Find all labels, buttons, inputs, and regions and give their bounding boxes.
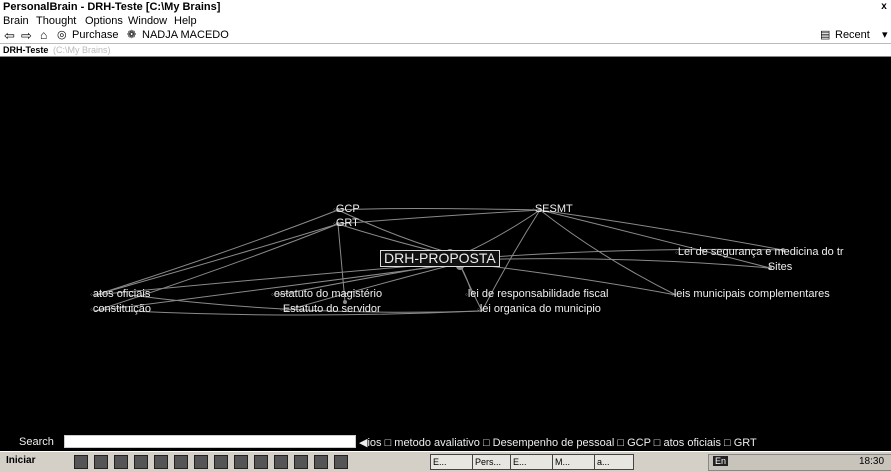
thought-sesmt[interactable]: ◦SESMT <box>532 203 573 216</box>
taskbar-window-3[interactable]: E... <box>510 454 554 470</box>
thought-estatuto-magisterio-label: estatuto do magistério <box>273 288 383 300</box>
app-icon[interactable] <box>314 455 328 469</box>
thought-lei-seguranca-label: Lei de segurança e medicina do tr <box>677 246 844 258</box>
windows-taskbar: Iniciar E... Pers... E... M... a... En 1… <box>0 451 891 472</box>
user-name: NADJA MACEDO <box>142 29 229 41</box>
thought-estatuto-servidor[interactable]: ◦Estatuto do servidor <box>280 303 381 316</box>
thought-lei-organica[interactable]: ◦lei organica do municipio <box>477 303 601 316</box>
thought-atos-oficiais[interactable]: ◦atos oficiais <box>90 288 150 301</box>
thought-constituicao-label: constituição <box>92 303 151 315</box>
thought-constituicao[interactable]: ◦constituição <box>90 303 151 316</box>
thought-gcp-label: GCP <box>335 203 360 215</box>
thought-atos-oficiais-label: atos oficiais <box>92 288 151 300</box>
thought-sites-label: Sites <box>767 261 793 273</box>
excel-icon[interactable] <box>154 455 168 469</box>
search-label: Search <box>19 436 54 448</box>
taskbar-window-1[interactable]: E... <box>430 454 474 470</box>
menu-thought[interactable]: Thought <box>36 14 76 28</box>
app-icon[interactable] <box>334 455 348 469</box>
menu-bar: Brain Thought Options Window Help <box>0 14 891 28</box>
thought-links <box>94 208 785 316</box>
thought-grt-label: GRT <box>335 217 359 229</box>
thought-gcp[interactable]: ◦GCP <box>333 203 360 216</box>
close-button[interactable]: x <box>879 0 889 12</box>
search-bar: Search ◀ios □ metodo avaliativo □ Desemp… <box>0 430 891 451</box>
app-icon[interactable] <box>194 455 208 469</box>
brain-tab-bar: DRH-Teste (C:\My Brains) <box>0 44 891 57</box>
tab-drh-teste[interactable]: DRH-Teste <box>3 44 48 56</box>
thought-leis-municipais-label: leis municipais complementares <box>673 288 830 300</box>
taskbar-window-4[interactable]: M... <box>552 454 596 470</box>
menu-window[interactable]: Window <box>128 14 167 28</box>
clock: 18:30 <box>859 456 885 467</box>
chevron-down-icon[interactable]: ▾ <box>882 28 888 43</box>
home-icon[interactable]: ⌂ <box>40 28 47 43</box>
app-icon[interactable] <box>134 455 148 469</box>
menu-options[interactable]: Options <box>85 14 123 28</box>
user-icon: ❁ <box>127 29 137 41</box>
thought-grt[interactable]: ◦GRT <box>333 217 359 230</box>
thought-lei-responsabilidade-label: lei de responsabilidade fiscal <box>467 288 609 300</box>
tab-path: (C:\My Brains) <box>53 45 111 55</box>
system-tray: En 18:30 <box>708 454 891 471</box>
thought-lei-responsabilidade[interactable]: ◦lei de responsabilidade fiscal <box>465 288 609 301</box>
thought-sesmt-label: SESMT <box>534 203 573 215</box>
app-icon[interactable] <box>254 455 268 469</box>
thought-leis-municipais[interactable]: ◦leis municipais complementares <box>671 288 830 301</box>
app-icon[interactable] <box>274 455 288 469</box>
menu-help[interactable]: Help <box>174 14 197 28</box>
forward-arrow-icon[interactable]: ⇨ <box>21 28 32 43</box>
thought-estatuto-magisterio[interactable]: ◦estatuto do magistério <box>271 288 382 301</box>
taskbar-window-2[interactable]: Pers... <box>472 454 512 470</box>
purchase-icon[interactable]: ◎ <box>57 28 67 43</box>
toolbar: ⇦ ⇨ ⌂ ◎ Purchase ❁ NADJA MACEDO ▤ Recent… <box>0 28 891 44</box>
app-icon[interactable] <box>294 455 308 469</box>
thought-sites[interactable]: ◦Sites <box>765 261 792 274</box>
central-thought[interactable]: DRH-PROPOSTA <box>380 250 500 267</box>
search-input[interactable] <box>64 435 356 448</box>
thought-lei-organica-label: lei organica do municipio <box>479 303 601 315</box>
language-indicator[interactable]: En <box>713 456 729 466</box>
recent-dropdown[interactable]: Recent <box>835 28 870 43</box>
desktop-icon[interactable] <box>74 455 88 469</box>
window-title: PersonalBrain - DRH-Teste [C:\My Brains] <box>3 1 221 13</box>
app-icon[interactable] <box>214 455 228 469</box>
purchase-link[interactable]: Purchase <box>72 28 118 43</box>
back-arrow-icon[interactable]: ⇦ <box>4 28 15 43</box>
outlook-icon[interactable] <box>114 455 128 469</box>
thought-lei-seguranca[interactable]: ◦Lei de segurança e medicina do tr <box>675 246 844 259</box>
recent-icon: ▤ <box>820 29 831 41</box>
menu-brain[interactable]: Brain <box>3 14 29 28</box>
app-icon[interactable] <box>234 455 248 469</box>
start-button[interactable]: Iniciar <box>6 455 35 466</box>
recent-thoughts-list[interactable]: ◀ios □ metodo avaliativo □ Desempenho de… <box>359 436 757 449</box>
taskbar-window-5[interactable]: a... <box>594 454 634 470</box>
plex-canvas[interactable]: ◦GCP ◦GRT ◦SESMT DRH-PROPOSTA ◦Lei de se… <box>0 57 891 430</box>
ie-icon[interactable] <box>94 455 108 469</box>
thought-estatuto-servidor-label: Estatuto do servidor <box>282 303 381 315</box>
app-icon[interactable] <box>174 455 188 469</box>
title-bar: PersonalBrain - DRH-Teste [C:\My Brains]… <box>0 0 891 14</box>
